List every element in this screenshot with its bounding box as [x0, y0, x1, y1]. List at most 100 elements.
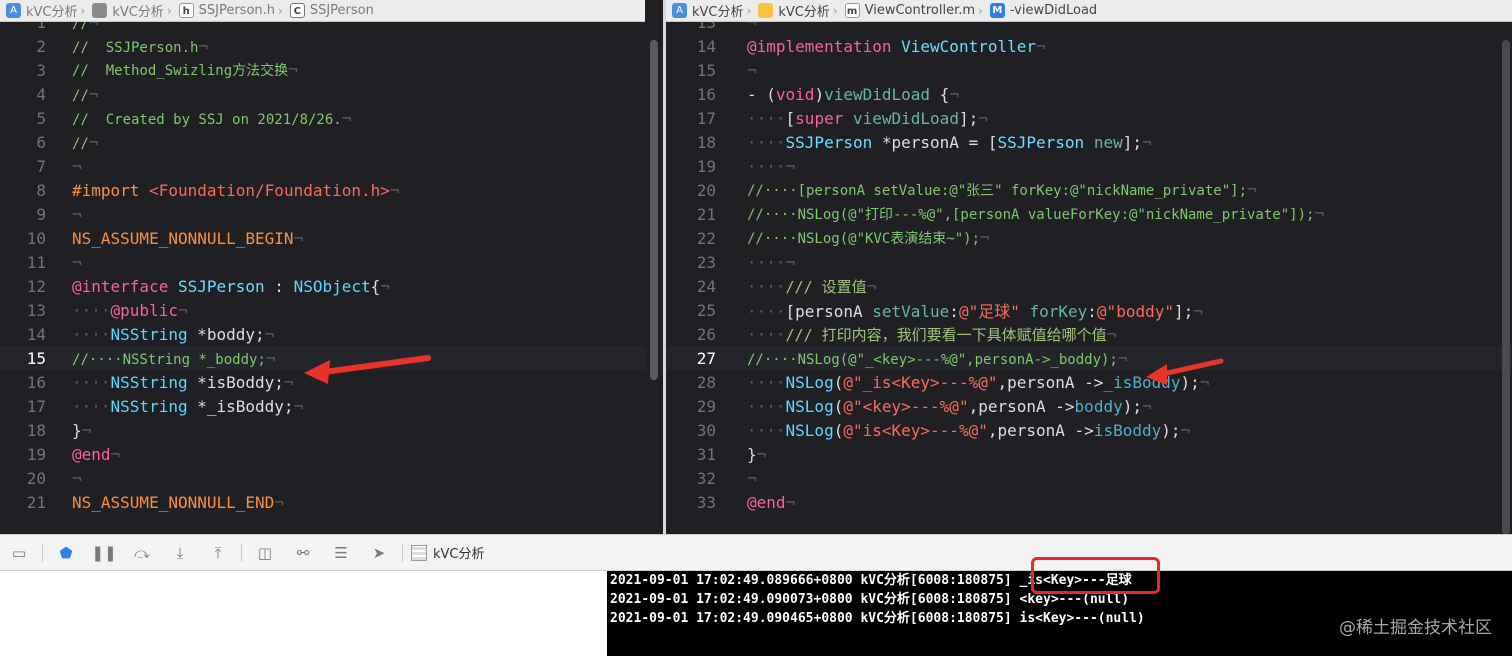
code-line[interactable]: 27 //····NSLog(@"_<key>---%@",personA->_b…	[666, 346, 1512, 370]
line-number[interactable]: 12	[0, 277, 48, 296]
code-line[interactable]: 28 ····NSLog(@"_is<Key>---%@",personA ->_…	[666, 370, 1512, 394]
breakpoints-toggle-icon[interactable]: ⬟	[47, 534, 85, 571]
code-line[interactable]: 19 @end¬	[0, 442, 645, 466]
debug-target[interactable]: kVC分析	[411, 543, 485, 562]
line-number[interactable]: 19	[666, 157, 718, 176]
code-line[interactable]: 8 #import <Foundation/Foundation.h>¬	[0, 178, 645, 202]
line-number[interactable]: 11	[0, 253, 48, 272]
code-line[interactable]: 22 //····NSLog(@"KVC表演结束~");¬	[666, 226, 1512, 250]
code-line[interactable]: 9 ¬	[0, 202, 645, 226]
code-line[interactable]: 26 ····/// 打印内容，我们要看一下具体赋值给哪个值¬	[666, 322, 1512, 346]
line-number[interactable]: 15	[0, 349, 48, 368]
line-number[interactable]: 14	[666, 37, 718, 56]
code-line[interactable]: 30 ····NSLog(@"is<Key>---%@",personA ->is…	[666, 418, 1512, 442]
line-number[interactable]: 20	[666, 181, 718, 200]
line-number[interactable]: 21	[0, 493, 48, 512]
line-number[interactable]: 20	[0, 469, 48, 488]
crumb-symbol[interactable]: M -viewDidLoad	[984, 3, 1099, 18]
line-number[interactable]: 33	[666, 493, 718, 512]
code-line[interactable]: 17 ····[super viewDidLoad];¬	[666, 106, 1512, 130]
crumb-folder[interactable]: kVC分析	[86, 1, 166, 20]
line-number[interactable]: 32	[666, 469, 718, 488]
step-out-icon[interactable]: ⤒	[199, 534, 237, 571]
line-number[interactable]: 14	[0, 325, 48, 344]
right-editor-scrollbar[interactable]	[1502, 40, 1510, 535]
memory-graph-icon[interactable]: ⚯	[284, 534, 322, 571]
line-number[interactable]: 4	[0, 85, 48, 104]
code-line[interactable]: 7 ¬	[0, 154, 645, 178]
code-line[interactable]: 21 //····NSLog(@"打印---%@",[personA valueF…	[666, 202, 1512, 226]
line-number[interactable]: 24	[666, 277, 718, 296]
line-number[interactable]: 19	[0, 445, 48, 464]
code-line[interactable]: 21 NS_ASSUME_NONNULL_END¬	[0, 490, 645, 514]
code-line[interactable]: 3 // Method_Swizling方法交换¬	[0, 58, 645, 82]
line-number[interactable]: 15	[666, 61, 718, 80]
crumb-file[interactable]: m ViewController.m	[839, 3, 977, 18]
step-into-icon[interactable]: ⤓	[161, 534, 199, 571]
code-line[interactable]: 31}¬	[666, 442, 1512, 466]
location-icon[interactable]: ➤	[360, 534, 398, 571]
code-line[interactable]: 13 ¬	[666, 22, 1512, 34]
code-line[interactable]: 29 ····NSLog(@"<key>---%@",personA ->bodd…	[666, 394, 1512, 418]
line-number[interactable]: 17	[666, 109, 718, 128]
code-line[interactable]: 2 // SSJPerson.h¬	[0, 34, 645, 58]
line-number[interactable]: 3	[0, 61, 48, 80]
line-number[interactable]: 13	[0, 301, 48, 320]
line-number[interactable]: 9	[0, 205, 48, 224]
right-code-editor[interactable]: 13 ¬ 14 @implementation ViewController¬ 15 ¬ 1…	[666, 22, 1512, 534]
code-line[interactable]: 13 ····@public¬	[0, 298, 645, 322]
line-number[interactable]: 6	[0, 133, 48, 152]
code-line[interactable]: 25 ····[personA setValue:@"足球" forKey:@"b…	[666, 298, 1512, 322]
line-number[interactable]: 17	[0, 397, 48, 416]
code-line[interactable]: 12 @interface SSJPerson : NSObject{¬	[0, 274, 645, 298]
line-number[interactable]: 18	[0, 421, 48, 440]
code-line[interactable]: 10 NS_ASSUME_NONNULL_BEGIN¬	[0, 226, 645, 250]
code-line[interactable]: 14 ····NSString *boddy;¬	[0, 322, 645, 346]
line-number[interactable]: 29	[666, 397, 718, 416]
crumb-folder[interactable]: kVC分析	[752, 1, 832, 20]
line-number[interactable]: 7	[0, 157, 48, 176]
code-line[interactable]: 5 // Created by SSJ on 2021/8/26.¬	[0, 106, 645, 130]
code-line[interactable]: 15 ¬	[666, 58, 1512, 82]
line-number[interactable]: 31	[666, 445, 718, 464]
code-line[interactable]: 33 @end¬	[666, 490, 1512, 514]
line-number[interactable]: 13	[666, 22, 718, 32]
crumb-project[interactable]: AkVC分析	[666, 1, 746, 20]
left-editor-scrollbar[interactable]	[650, 40, 658, 380]
code-line[interactable]: 17 ····NSString *_isBoddy;¬	[0, 394, 645, 418]
crumb-file[interactable]: h SSJPerson.h	[173, 3, 277, 18]
line-number[interactable]: 10	[0, 229, 48, 248]
code-line[interactable]: 11 ¬	[0, 250, 645, 274]
crumb-project[interactable]: AkVC分析	[0, 1, 80, 20]
code-line[interactable]: 19 ····¬	[666, 154, 1512, 178]
code-line[interactable]: 14 @implementation ViewController¬	[666, 34, 1512, 58]
line-number[interactable]: 27	[666, 349, 718, 368]
line-number[interactable]: 16	[666, 85, 718, 104]
variables-view[interactable]	[0, 571, 607, 656]
code-line[interactable]: 4 //¬	[0, 82, 645, 106]
pause-icon[interactable]: ❚❚	[85, 534, 123, 571]
line-number[interactable]: 16	[0, 373, 48, 392]
step-over-icon[interactable]: ⤼	[123, 534, 161, 571]
line-number[interactable]: 18	[666, 133, 718, 152]
line-number[interactable]: 5	[0, 109, 48, 128]
line-number[interactable]: 26	[666, 325, 718, 344]
view-hierarchy-icon[interactable]: ◫	[246, 534, 284, 571]
left-code-editor[interactable]: 1 //¬ 2 // SSJPerson.h¬ 3 // Method_Swizling方…	[0, 22, 645, 534]
code-line[interactable]: 18}¬	[0, 418, 645, 442]
code-line[interactable]: 32 ¬	[666, 466, 1512, 490]
crumb-symbol[interactable]: C SSJPerson	[284, 3, 376, 18]
environment-overrides-icon[interactable]: ☰	[322, 534, 360, 571]
line-number[interactable]: 21	[666, 205, 718, 224]
code-line[interactable]: 20 ¬	[0, 466, 645, 490]
line-number[interactable]: 25	[666, 301, 718, 320]
line-number[interactable]: 30	[666, 421, 718, 440]
code-line[interactable]: 6 //¬	[0, 130, 645, 154]
code-line[interactable]: 24 ····/// 设置值¬	[666, 274, 1512, 298]
line-number[interactable]: 23	[666, 253, 718, 272]
code-line[interactable]: 18 ····SSJPerson *personA = [SSJPerson ne…	[666, 130, 1512, 154]
hide-debug-area-icon[interactable]: ▭	[0, 534, 38, 571]
code-line[interactable]: 20 //····[personA setValue:@"张三" forKey:@…	[666, 178, 1512, 202]
code-line[interactable]: 1 //¬	[0, 22, 645, 34]
line-number[interactable]: 22	[666, 229, 718, 248]
